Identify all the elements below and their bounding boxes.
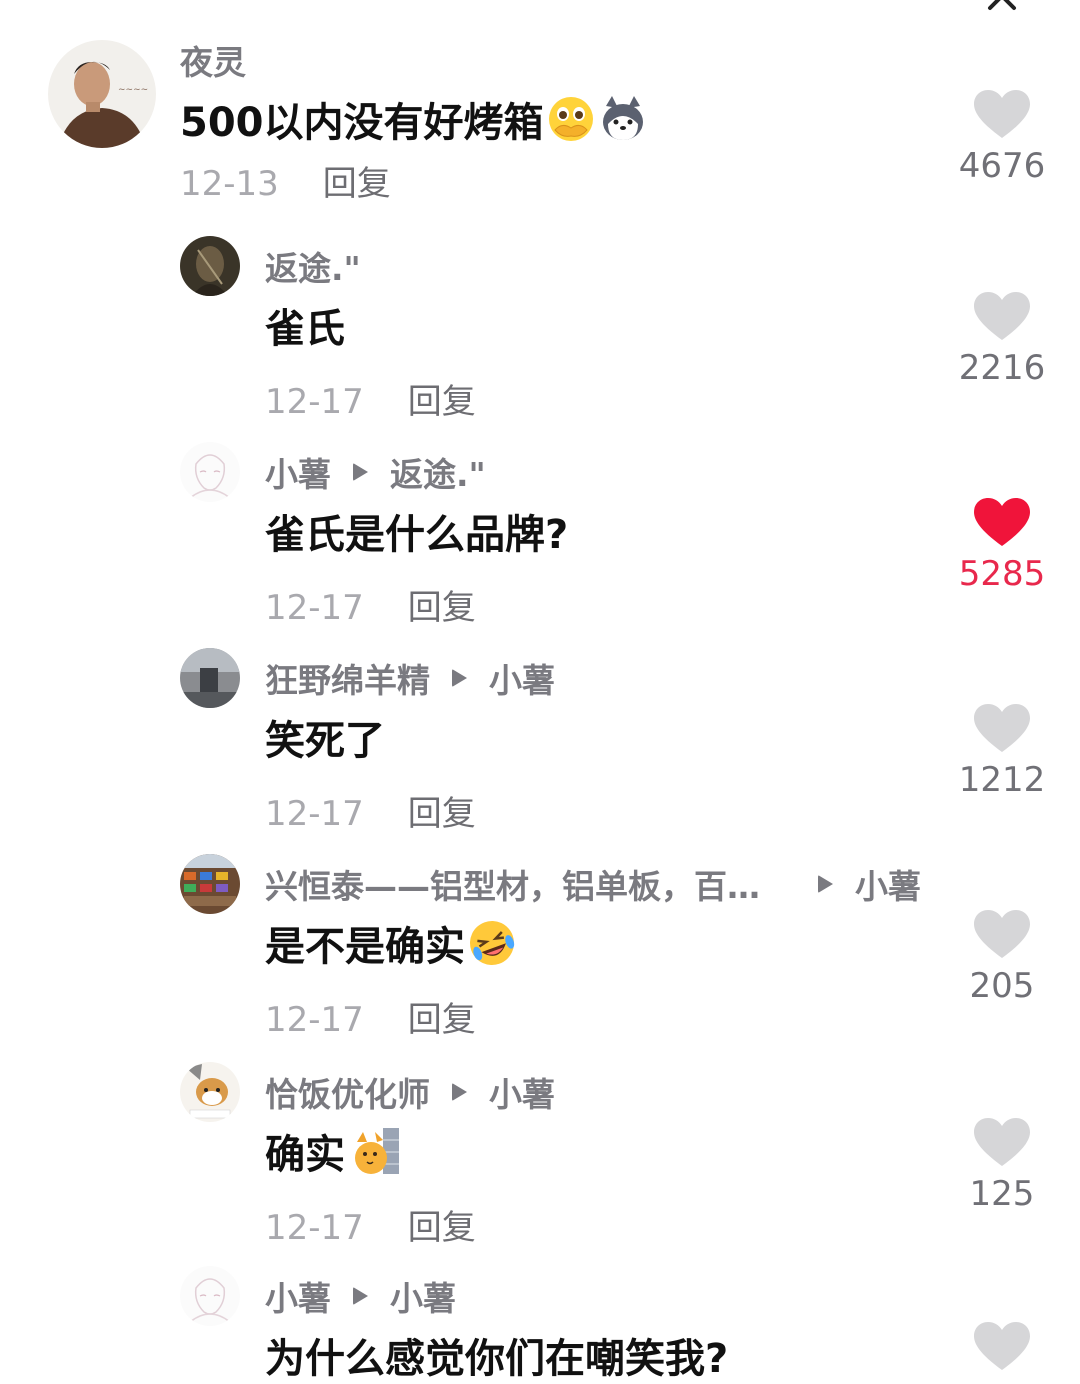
comment-text: 为什么感觉你们在嘲笑我? [265, 1336, 729, 1382]
heart-icon[interactable] [974, 292, 1030, 342]
reply-target[interactable]: 返途." [390, 448, 486, 496]
heart-icon[interactable] [974, 1322, 1030, 1372]
comment-item: ~~~~ 夜灵 500以内没有好烤箱 12-13 回复 4676 [0, 0, 1080, 210]
reply-author[interactable]: 小薯 [265, 1272, 331, 1320]
reply-target[interactable]: 小薯 [489, 654, 555, 702]
avatar[interactable] [180, 1062, 240, 1122]
comment-meta: 12-17 回复 [265, 1200, 476, 1249]
username: 狂野绵羊精 小薯 [265, 654, 555, 702]
heart-icon[interactable] [974, 704, 1030, 754]
pleading-covering-mouth-emoji [548, 97, 593, 141]
like-count: 5285 [958, 554, 1046, 594]
like-button[interactable]: 125 [954, 1118, 1050, 1214]
like-button[interactable]: 205 [954, 910, 1050, 1006]
like-count: 205 [969, 966, 1035, 1006]
like-count: 2216 [958, 348, 1046, 388]
comment-text: 确实 [265, 1122, 403, 1180]
username: 小薯 返途." [265, 448, 486, 496]
reply-button[interactable]: 回复 [408, 382, 476, 422]
rolling-laughing-emoji [470, 921, 515, 965]
reply-button[interactable]: 回复 [408, 794, 476, 834]
comment-item: 兴恒泰——铝型材，铝单板，百… 小薯 是不是确实 12-17 回复 205 [0, 852, 1080, 1052]
reply-button[interactable]: 回复 [408, 1000, 476, 1040]
comment-item: 恰饭优化师 小薯 确实 12-17 回复 125 [0, 1060, 1080, 1260]
username[interactable]: 返途." [265, 242, 361, 290]
username: 兴恒泰——铝型材，铝单板，百… 小薯 [265, 860, 921, 908]
username[interactable]: 夜灵 [180, 36, 246, 84]
reply-author[interactable]: 恰饭优化师 [265, 1068, 430, 1116]
comment-text: 笑死了 [265, 718, 385, 764]
like-button[interactable] [954, 1322, 1050, 1372]
svg-text:~~~~: ~~~~ [118, 85, 148, 95]
avatar[interactable]: ~~~~ [48, 40, 156, 148]
reply-arrow-icon [353, 463, 368, 481]
comment-meta: 12-17 回复 [265, 786, 476, 835]
avatar[interactable] [180, 1266, 240, 1326]
reply-button[interactable]: 回复 [408, 1208, 476, 1248]
comment-text: 雀氏是什么品牌? [265, 512, 569, 558]
comment-date: 12-17 [265, 1208, 364, 1248]
comment-date: 12-17 [265, 382, 364, 422]
avatar[interactable] [180, 236, 240, 296]
avatar[interactable] [180, 442, 240, 502]
comment-text-value: 确实 [265, 1132, 345, 1178]
reply-arrow-icon [452, 669, 467, 687]
comment-text: 500以内没有好烤箱 [180, 90, 648, 148]
like-button[interactable]: 2216 [954, 292, 1050, 388]
like-button[interactable]: 4676 [954, 90, 1050, 186]
heart-icon[interactable] [974, 910, 1030, 960]
reply-author[interactable]: 兴恒泰——铝型材，铝单板，百… [265, 860, 760, 908]
reply-arrow-icon [818, 875, 833, 893]
comment-date: 12-17 [265, 794, 364, 834]
comment-item: 狂野绵羊精 小薯 笑死了 12-17 回复 1212 [0, 646, 1080, 846]
comment-text: 是不是确实 [265, 914, 517, 972]
comment-item: 小薯 小薯 为什么感觉你们在嘲笑我? [0, 1264, 1080, 1382]
reply-arrow-icon [452, 1083, 467, 1101]
like-button[interactable]: 5285 [954, 498, 1050, 594]
comment-meta: 12-17 回复 [265, 374, 476, 423]
comment-text-value: 是不是确实 [265, 924, 465, 970]
reply-arrow-icon [353, 1287, 368, 1305]
like-count: 1212 [958, 760, 1046, 800]
heart-icon[interactable] [974, 1118, 1030, 1168]
comment-meta: 12-13 回复 [180, 156, 391, 205]
comment-text: 雀氏 [265, 306, 345, 352]
heart-icon[interactable] [974, 90, 1030, 140]
reply-target[interactable]: 小薯 [489, 1068, 555, 1116]
comment-date: 12-13 [180, 164, 279, 204]
username: 恰饭优化师 小薯 [265, 1068, 555, 1116]
reply-target[interactable]: 小薯 [390, 1272, 456, 1320]
cat-peeking-wall-emoji [355, 1128, 399, 1174]
comment-item: 返途." 雀氏 12-17 回复 2216 [0, 234, 1080, 434]
reply-author[interactable]: 小薯 [265, 448, 331, 496]
husky-dog-emoji [602, 96, 643, 140]
like-button[interactable]: 1212 [954, 704, 1050, 800]
comment-date: 12-17 [265, 1000, 364, 1040]
reply-author[interactable]: 狂野绵羊精 [265, 654, 430, 702]
reply-button[interactable]: 回复 [408, 588, 476, 628]
heart-filled-icon[interactable] [974, 498, 1030, 548]
avatar[interactable] [180, 648, 240, 708]
comment-meta: 12-17 回复 [265, 992, 476, 1041]
username: 小薯 小薯 [265, 1272, 456, 1320]
reply-target[interactable]: 小薯 [855, 860, 921, 908]
comment-meta: 12-17 回复 [265, 580, 476, 629]
reply-button[interactable]: 回复 [323, 164, 391, 204]
comment-item: 小薯 返途." 雀氏是什么品牌? 12-17 回复 5285 [0, 440, 1080, 640]
comment-date: 12-17 [265, 588, 364, 628]
avatar[interactable] [180, 854, 240, 914]
like-count: 4676 [958, 146, 1046, 186]
like-count: 125 [969, 1174, 1035, 1214]
comment-text-value: 500以内没有好烤箱 [180, 100, 544, 146]
